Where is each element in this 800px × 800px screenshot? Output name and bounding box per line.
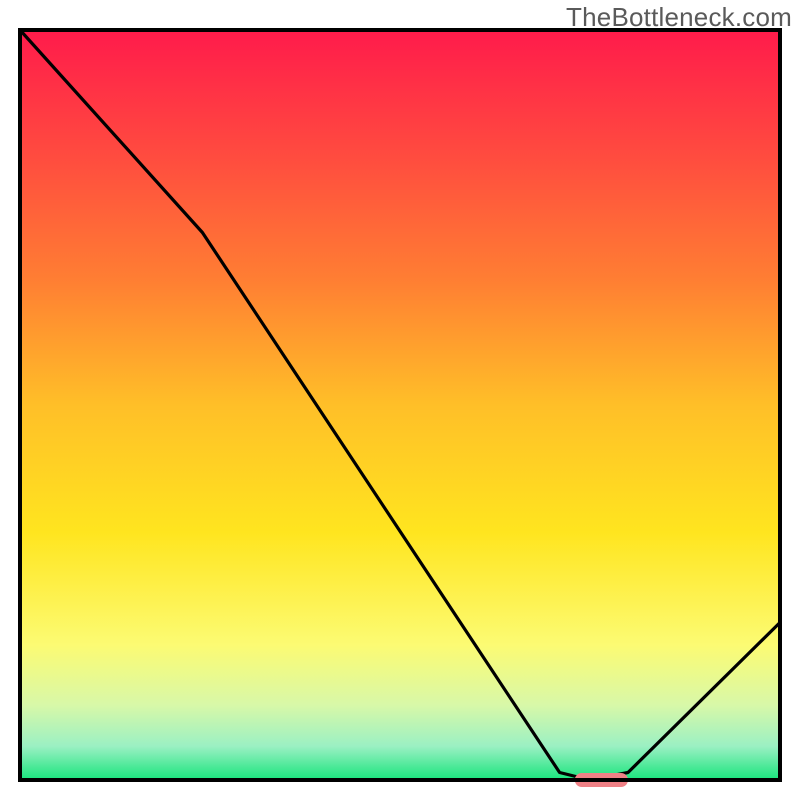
chart-frame: TheBottleneck.com <box>0 0 800 800</box>
bottleneck-chart <box>0 0 800 800</box>
gradient-background <box>20 30 780 780</box>
watermark-text: TheBottleneck.com <box>566 2 792 33</box>
